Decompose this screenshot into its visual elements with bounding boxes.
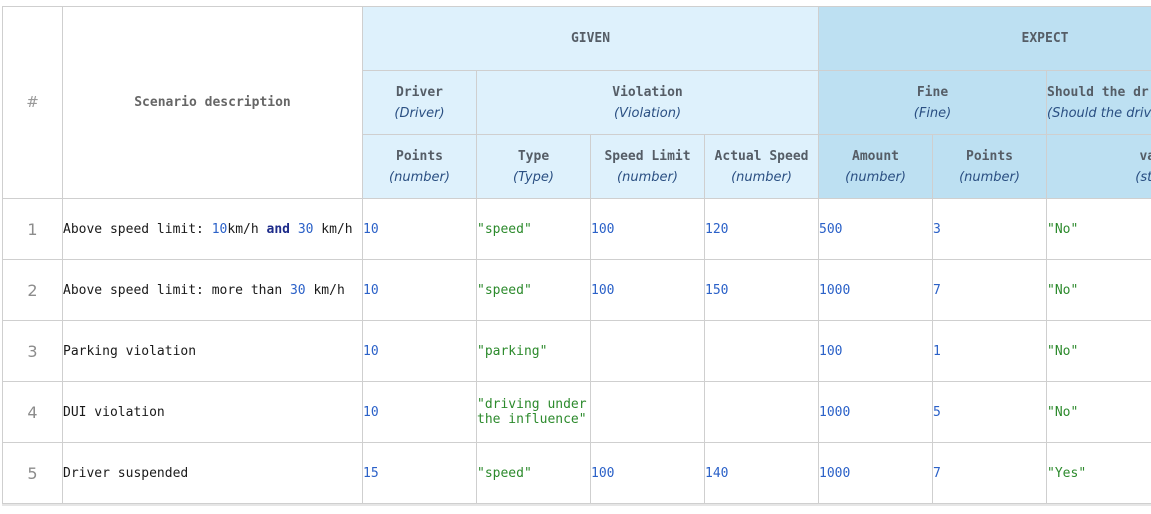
should-suspend-cell[interactable]: "No" <box>1046 381 1151 443</box>
group-type: (Fine) <box>913 105 952 121</box>
speed-limit-cell[interactable]: 100 <box>590 442 705 504</box>
field-header-value[interactable]: value (string) <box>1046 134 1151 199</box>
field-header-type[interactable]: Type (Type) <box>476 134 591 199</box>
group-type: (Violation) <box>613 105 682 121</box>
desc-text: km/h <box>313 221 353 237</box>
given-section-header[interactable]: GIVEN <box>361 6 820 71</box>
field-header-amount[interactable]: Amount (number) <box>818 134 934 199</box>
row-number[interactable]: 3 <box>2 320 63 382</box>
group-header-driver[interactable]: Driver (Driver) <box>362 70 477 135</box>
driver-points-cell[interactable]: 15 <box>362 442 477 504</box>
field-type: (Type) <box>513 169 554 185</box>
scenario-description-cell[interactable]: Above speed limit: more than 30 km/h <box>62 259 363 321</box>
violation-type-cell[interactable]: "parking" <box>476 320 591 382</box>
fine-points-cell[interactable]: 5 <box>932 381 1048 443</box>
driver-points-cell[interactable]: 10 <box>362 320 477 382</box>
desc-keyword: and <box>266 221 290 237</box>
group-type: (Should the driv... <box>1047 105 1151 121</box>
scenario-description-cell[interactable]: Above speed limit: 10km/h and 30 km/h <box>62 198 363 260</box>
expect-section-header[interactable]: EXPECT <box>818 6 1151 71</box>
table-row: 3 Parking violation 10 "parking" 100 1 "… <box>2 320 1151 382</box>
group-name: Should the dr <box>1047 84 1149 100</box>
scenario-description-cell[interactable]: Driver suspended <box>62 442 363 504</box>
group-name: Fine <box>916 84 949 100</box>
field-type: (number) <box>389 169 450 185</box>
field-header-speed-limit[interactable]: Speed Limit (number) <box>590 134 705 199</box>
field-name: Actual Speed <box>714 148 809 164</box>
actual-speed-cell[interactable]: 140 <box>703 442 820 504</box>
field-type: (number) <box>959 169 1020 185</box>
table-row: 4 DUI violation 10 "driving under the in… <box>2 381 1151 443</box>
desc-number: 10 <box>211 221 228 237</box>
desc-number: 30 <box>297 221 314 237</box>
field-type: (string) <box>1135 169 1151 185</box>
row-number[interactable]: 2 <box>2 259 63 321</box>
description-column-header[interactable]: Scenario description <box>62 6 363 199</box>
group-header-should-suspend[interactable]: Should the dr (Should the driv... <box>1046 70 1151 135</box>
fine-points-cell[interactable]: 1 <box>932 320 1048 382</box>
field-type: (number) <box>617 169 678 185</box>
fine-points-cell[interactable]: 7 <box>932 442 1048 504</box>
field-name: Type <box>517 148 550 164</box>
should-suspend-cell[interactable]: "No" <box>1046 198 1151 260</box>
fine-points-cell[interactable]: 3 <box>932 198 1048 260</box>
violation-type-cell[interactable]: "speed" <box>476 198 591 260</box>
row-number[interactable]: 5 <box>2 442 63 504</box>
row-number[interactable]: 1 <box>2 198 63 260</box>
driver-points-cell[interactable]: 10 <box>362 259 477 321</box>
desc-text: km/h <box>227 221 267 237</box>
fine-amount-cell[interactable]: 500 <box>818 198 934 260</box>
actual-speed-cell[interactable] <box>703 320 820 382</box>
desc-text: Above speed limit: more than <box>63 282 290 298</box>
field-header-driver-points[interactable]: Points (number) <box>362 134 477 199</box>
actual-speed-cell[interactable] <box>703 381 820 443</box>
should-suspend-cell[interactable]: "No" <box>1046 259 1151 321</box>
group-type: (Driver) <box>394 105 445 121</box>
decision-table-frame: # Scenario description GIVEN EXPECT Driv… <box>2 6 1151 506</box>
desc-text <box>290 222 298 237</box>
field-name: value <box>1139 148 1151 164</box>
violation-type-cell[interactable]: "speed" <box>476 442 591 504</box>
scenario-description-cell[interactable]: DUI violation <box>62 381 363 443</box>
speed-limit-cell[interactable] <box>590 381 705 443</box>
actual-speed-cell[interactable]: 150 <box>703 259 820 321</box>
fine-points-cell[interactable]: 7 <box>932 259 1048 321</box>
fine-amount-cell[interactable]: 1000 <box>818 381 934 443</box>
scenario-description-cell[interactable]: Parking violation <box>62 320 363 382</box>
field-name: Points <box>966 148 1013 164</box>
table-row: 1 Above speed limit: 10km/h and 30 km/h … <box>2 198 1151 260</box>
field-type: (number) <box>845 169 906 185</box>
field-header-fine-points[interactable]: Points (number) <box>932 134 1048 199</box>
decision-table: # Scenario description GIVEN EXPECT Driv… <box>2 6 1151 504</box>
violation-type-cell[interactable]: "speed" <box>476 259 591 321</box>
should-suspend-cell[interactable]: "No" <box>1046 320 1151 382</box>
should-suspend-cell[interactable]: "Yes" <box>1046 442 1151 504</box>
group-header-violation[interactable]: Violation (Violation) <box>475 70 820 135</box>
fine-amount-cell[interactable]: 1000 <box>818 259 934 321</box>
index-column-header[interactable]: # <box>2 6 63 199</box>
field-name: Amount <box>852 148 899 164</box>
field-name: Points <box>396 148 443 164</box>
row-number[interactable]: 4 <box>2 381 63 443</box>
desc-text: km/h <box>305 282 345 298</box>
desc-number: 30 <box>289 282 306 298</box>
field-type: (number) <box>731 169 792 185</box>
fine-amount-cell[interactable]: 1000 <box>818 442 934 504</box>
fine-amount-cell[interactable]: 100 <box>818 320 934 382</box>
violation-type-cell[interactable]: "driving under the influence" <box>476 381 591 443</box>
table-row: 2 Above speed limit: more than 30 km/h 1… <box>2 259 1151 321</box>
desc-text: Above speed limit: <box>63 221 212 237</box>
table-row: 5 Driver suspended 15 "speed" 100 140 10… <box>2 442 1151 504</box>
group-header-fine[interactable]: Fine (Fine) <box>818 70 1048 135</box>
actual-speed-cell[interactable]: 120 <box>703 198 820 260</box>
speed-limit-cell[interactable]: 100 <box>590 198 705 260</box>
group-name: Violation <box>612 84 683 100</box>
driver-points-cell[interactable]: 10 <box>362 381 477 443</box>
group-name: Driver <box>396 84 443 100</box>
driver-points-cell[interactable]: 10 <box>362 198 477 260</box>
speed-limit-cell[interactable]: 100 <box>590 259 705 321</box>
speed-limit-cell[interactable] <box>590 320 705 382</box>
field-header-actual-speed[interactable]: Actual Speed (number) <box>703 134 820 199</box>
field-name: Speed Limit <box>604 148 691 164</box>
